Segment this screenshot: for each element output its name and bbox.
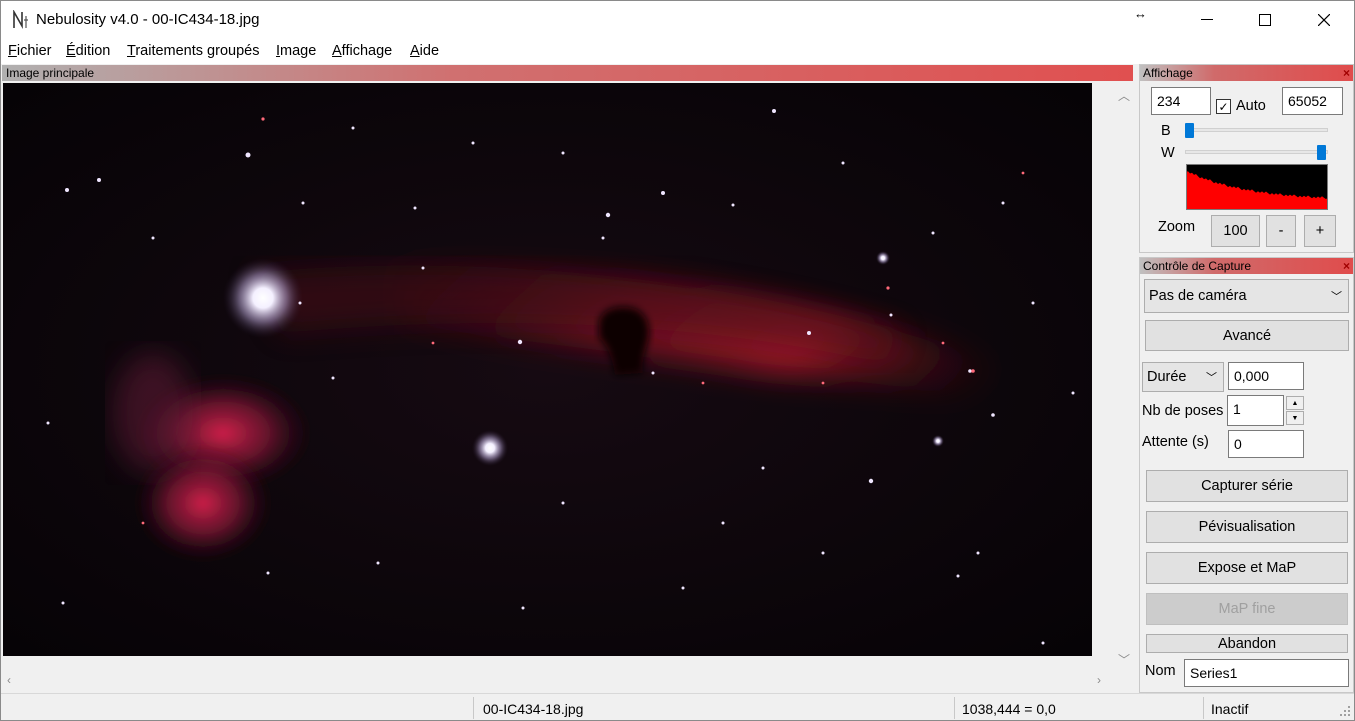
- black-slider-thumb[interactable]: [1185, 123, 1195, 138]
- chevron-down-icon: ﹀: [1331, 291, 1342, 303]
- camera-select[interactable]: Pas de caméra ﹀: [1144, 279, 1349, 313]
- capture-caption: Contrôle de Capture ×: [1140, 258, 1353, 274]
- status-coords: 1038,444 = 0,0: [962, 701, 1056, 717]
- scroll-down-icon[interactable]: ﹀: [1118, 651, 1130, 668]
- status-filename: 00-IC434-18.jpg: [483, 701, 584, 717]
- close-button[interactable]: [1301, 1, 1347, 39]
- abandon-button[interactable]: Abandon: [1146, 634, 1348, 653]
- chevron-down-icon: ﹀: [1206, 372, 1217, 384]
- scroll-left-icon[interactable]: ‹: [7, 673, 11, 687]
- black-slider-track[interactable]: [1185, 128, 1328, 132]
- scroll-right-icon[interactable]: ›: [1097, 673, 1101, 687]
- duree-input[interactable]: 0,000: [1228, 362, 1304, 390]
- white-level-input[interactable]: 65052: [1282, 87, 1343, 115]
- image-viewport[interactable]: [3, 83, 1114, 670]
- previsualisation-button[interactable]: Pévisualisation: [1146, 511, 1348, 543]
- affichage-panel: Affichage × 234 ✓ Auto 65052 B W Zoom 10…: [1139, 64, 1354, 253]
- image-panel-caption: Image principale: [2, 65, 1133, 81]
- minimize-icon: [1201, 19, 1213, 20]
- spin-up-button[interactable]: ▲: [1286, 396, 1304, 410]
- white-slider-thumb[interactable]: [1316, 145, 1326, 160]
- capture-panel: Contrôle de Capture × Pas de caméra ﹀ Av…: [1139, 257, 1354, 693]
- zoom-in-button[interactable]: +: [1304, 215, 1336, 247]
- affichage-close-icon[interactable]: ×: [1343, 65, 1350, 81]
- scroll-up-icon[interactable]: ︿: [1118, 87, 1130, 104]
- window-title: Nebulosity v4.0 - 00-IC434-18.jpg: [36, 11, 260, 28]
- image-horizontal-scrollbar[interactable]: ‹ ›: [3, 670, 1114, 691]
- menu-bar: Fichier Édition Traitements groupés Imag…: [1, 39, 1354, 64]
- zoom-label: Zoom: [1158, 219, 1196, 235]
- black-level-input[interactable]: 234: [1151, 87, 1211, 115]
- capturer-serie-button[interactable]: Capturer série: [1146, 470, 1348, 502]
- auto-label: Auto: [1236, 98, 1266, 114]
- close-icon: [1318, 14, 1330, 26]
- auto-checkbox[interactable]: ✓: [1216, 99, 1231, 114]
- nom-label: Nom: [1145, 663, 1176, 679]
- maximize-icon: [1259, 14, 1271, 26]
- attente-input[interactable]: 0: [1228, 430, 1304, 458]
- image-vertical-scrollbar[interactable]: ︿ ﹀: [1114, 83, 1133, 670]
- white-slider-label: W: [1161, 145, 1175, 161]
- resize-grip-icon[interactable]: [1339, 705, 1351, 717]
- black-slider-label: B: [1161, 123, 1171, 139]
- menu-affichage[interactable]: Affichage: [332, 43, 392, 59]
- maximize-button[interactable]: [1242, 1, 1288, 39]
- title-bar: Nebulosity v4.0 - 00-IC434-18.jpg ↔: [1, 1, 1354, 39]
- menu-edition[interactable]: Édition: [66, 43, 110, 59]
- menu-aide[interactable]: Aide: [410, 43, 439, 59]
- expose-map-button[interactable]: Expose et MaP: [1146, 552, 1348, 584]
- menu-fichier[interactable]: Fichier: [8, 43, 52, 59]
- capture-close-icon[interactable]: ×: [1343, 258, 1350, 274]
- nom-input[interactable]: Series1: [1184, 659, 1349, 687]
- avance-button[interactable]: Avancé: [1145, 320, 1349, 351]
- nebulosity-logo-icon: [13, 10, 28, 30]
- status-state: Inactif: [1211, 701, 1249, 717]
- attente-label: Attente (s): [1142, 434, 1209, 450]
- affichage-caption: Affichage ×: [1140, 65, 1353, 81]
- white-slider-track[interactable]: [1185, 150, 1328, 154]
- minimize-button[interactable]: [1184, 1, 1230, 39]
- zoom-out-button[interactable]: -: [1266, 215, 1296, 247]
- menu-image[interactable]: Image: [276, 43, 316, 59]
- resize-icon: ↔: [1134, 6, 1147, 21]
- histogram: [1186, 164, 1328, 210]
- nb-poses-label: Nb de poses: [1142, 403, 1224, 419]
- map-fine-button[interactable]: MaP fine: [1146, 593, 1348, 625]
- astro-image: [3, 83, 1092, 656]
- menu-traitements-groupes[interactable]: Traitements groupés: [127, 43, 259, 59]
- status-bar: 00-IC434-18.jpg 1038,444 = 0,0 Inactif: [1, 693, 1354, 720]
- app-window: Nebulosity v4.0 - 00-IC434-18.jpg ↔ Fich…: [0, 0, 1355, 721]
- nb-poses-input[interactable]: 1: [1227, 395, 1284, 426]
- zoom-value-button[interactable]: 100: [1211, 215, 1260, 247]
- spin-down-button[interactable]: ▼: [1286, 411, 1304, 425]
- duree-mode-select[interactable]: Durée ﹀: [1142, 362, 1224, 392]
